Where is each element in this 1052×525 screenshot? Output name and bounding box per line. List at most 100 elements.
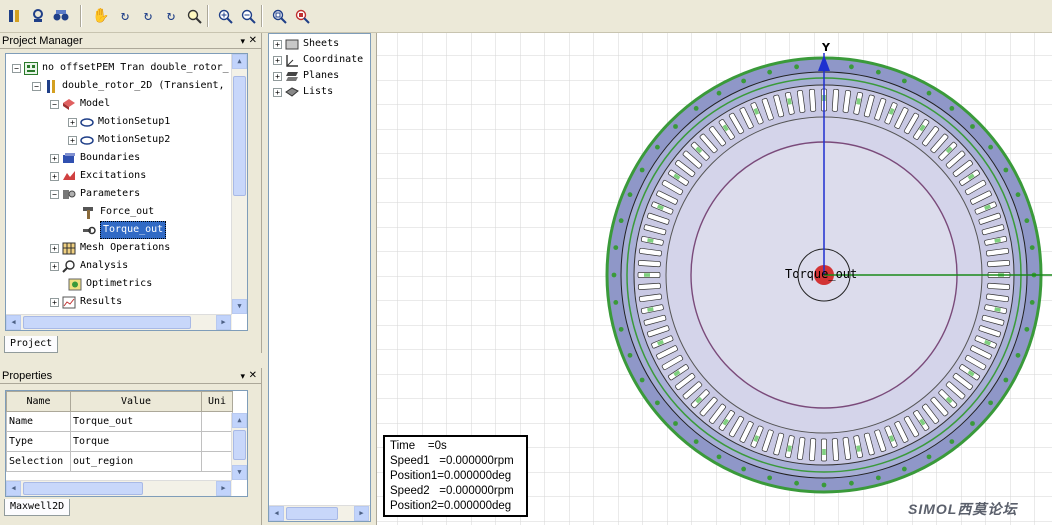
tab-project[interactable]: Project <box>4 336 59 353</box>
tree-item-motionsetup2[interactable]: + MotionSetup2 <box>68 132 170 148</box>
fit-all-icon[interactable] <box>270 7 288 25</box>
expand-icon[interactable]: + <box>68 117 77 127</box>
project-tree-vscroll[interactable]: ▲ ▼ <box>231 54 247 314</box>
expand-icon[interactable]: + <box>68 135 77 145</box>
properties-vscroll[interactable]: ▲ ▼ <box>231 413 247 480</box>
column-header-name[interactable]: Name <box>6 391 71 412</box>
close-icon[interactable]: ✕ <box>249 368 257 384</box>
scroll-left-arrow-icon[interactable]: ◀ <box>269 506 284 521</box>
tree-item-excitations[interactable]: + Excitations <box>50 168 146 184</box>
table-row[interactable]: Selection out_region <box>6 451 233 472</box>
scroll-right-arrow-icon[interactable]: ▶ <box>216 481 231 496</box>
properties-hscroll[interactable]: ◀ ▶ <box>6 480 232 496</box>
expand-icon[interactable]: + <box>273 71 282 81</box>
tree-item-label: Coordinate <box>303 54 364 65</box>
pin-icon[interactable]: ▾ <box>240 368 245 384</box>
scroll-thumb[interactable] <box>233 76 246 196</box>
property-value[interactable]: out_region <box>70 451 202 472</box>
model-icon <box>62 98 76 111</box>
stator-slot <box>637 259 661 268</box>
toolbar-icon-3[interactable] <box>52 7 70 25</box>
scroll-down-arrow-icon[interactable]: ▼ <box>232 465 247 480</box>
project-manager-title: Project Manager ▾ ✕ <box>0 33 261 49</box>
scroll-thumb[interactable] <box>233 430 246 460</box>
outer-marker <box>673 421 678 426</box>
tree-item-force-out[interactable]: Force_out <box>82 204 154 220</box>
tree-item-label: Mesh Operations <box>80 242 171 253</box>
zoom-out-icon[interactable] <box>239 7 257 25</box>
y-axis-label: Y <box>821 41 831 54</box>
expand-icon[interactable]: + <box>50 243 59 253</box>
property-unit <box>201 431 233 452</box>
outer-marker <box>794 480 799 486</box>
table-row[interactable]: Name Torque_out <box>6 411 233 432</box>
outer-marker <box>613 245 619 250</box>
table-row[interactable]: Type Torque <box>6 431 233 452</box>
pan-hand-icon[interactable]: ✋ <box>92 7 110 25</box>
tree-item-planes[interactable]: + Planes <box>273 68 339 84</box>
scroll-thumb[interactable] <box>23 316 191 329</box>
toolbar-icon-2[interactable] <box>29 7 47 25</box>
tree-item-results[interactable]: + Results <box>50 294 122 310</box>
expand-icon[interactable]: + <box>50 171 59 181</box>
outer-marker <box>1015 192 1021 198</box>
tree-item-coordinate[interactable]: + Coordinate <box>273 52 363 68</box>
property-value[interactable]: Torque <box>70 431 202 452</box>
rotate-3-icon[interactable]: ↻ <box>162 7 180 25</box>
collapse-icon[interactable]: − <box>32 81 41 91</box>
modeler-viewport[interactable]: Y Torque_out Time =0s Speed1 =0.000000rp… <box>376 33 1052 525</box>
outer-marker <box>849 64 854 70</box>
outer-marker <box>611 272 617 278</box>
tree-item-design[interactable]: − double_rotor_2D (Transient, <box>32 78 225 94</box>
pin-icon[interactable]: ▾ <box>240 33 245 49</box>
expand-icon[interactable]: + <box>273 39 282 49</box>
scroll-thumb[interactable] <box>23 482 143 495</box>
outer-marker <box>988 400 994 406</box>
tree-item-lists[interactable]: + Lists <box>273 84 333 100</box>
scroll-right-arrow-icon[interactable]: ▶ <box>354 506 369 521</box>
expand-icon[interactable]: + <box>50 261 59 271</box>
column-header-unit[interactable]: Uni <box>201 391 233 412</box>
scroll-left-arrow-icon[interactable]: ◀ <box>6 315 21 330</box>
fit-selection-icon[interactable] <box>293 7 311 25</box>
expand-icon[interactable]: + <box>273 55 282 65</box>
tree-item-model[interactable]: − Model <box>50 96 110 112</box>
rotate-2-icon[interactable]: ↻ <box>139 7 157 25</box>
property-value[interactable]: Torque_out <box>70 411 202 432</box>
collapse-icon[interactable]: − <box>50 189 59 199</box>
tree-item-optimetrics[interactable]: Optimetrics <box>68 276 152 292</box>
toolbar-icon-1[interactable] <box>6 7 24 25</box>
zoom-area-icon[interactable] <box>185 7 203 25</box>
tab-maxwell2d[interactable]: Maxwell2D <box>4 499 71 516</box>
scroll-left-arrow-icon[interactable]: ◀ <box>6 481 21 496</box>
scroll-up-arrow-icon[interactable]: ▲ <box>232 54 247 69</box>
tree-item-mesh-operations[interactable]: + Mesh Operations <box>50 240 170 256</box>
tree-item-project[interactable]: − no offsetPEM Tran double_rotor_ <box>12 60 229 76</box>
tree-item-sheets[interactable]: + Sheets <box>273 36 339 52</box>
properties-grid: Name Value Uni Name Torque_out Type Torq… <box>5 390 248 497</box>
scroll-up-arrow-icon[interactable]: ▲ <box>232 413 247 428</box>
outer-marker <box>654 400 660 406</box>
tree-item-parameters[interactable]: − Parameters <box>50 186 140 202</box>
column-header-value[interactable]: Value <box>70 391 202 412</box>
expand-icon[interactable]: + <box>50 153 59 163</box>
collapse-icon[interactable]: − <box>12 63 21 73</box>
expand-icon[interactable]: + <box>273 87 282 97</box>
collapse-icon[interactable]: − <box>50 99 59 109</box>
model-tree-hscroll[interactable]: ◀ ▶ <box>269 505 370 521</box>
scroll-down-arrow-icon[interactable]: ▼ <box>232 299 247 314</box>
tree-item-label: Optimetrics <box>86 278 153 289</box>
tree-item-analysis[interactable]: + Analysis <box>50 258 128 274</box>
zoom-in-icon[interactable] <box>216 7 234 25</box>
parameters-icon <box>62 188 76 201</box>
scroll-thumb[interactable] <box>286 507 338 520</box>
tree-item-boundaries[interactable]: + Boundaries <box>50 150 140 166</box>
expand-icon[interactable]: + <box>50 297 59 307</box>
tree-item-torque-out[interactable]: Torque_out <box>82 221 167 239</box>
scroll-right-arrow-icon[interactable]: ▶ <box>216 315 231 330</box>
tree-item-motionsetup1[interactable]: + MotionSetup1 <box>68 114 170 130</box>
close-icon[interactable]: ✕ <box>249 33 257 49</box>
project-tree-hscroll[interactable]: ◀ ▶ <box>6 314 232 330</box>
rotate-icon[interactable]: ↻ <box>116 7 134 25</box>
stator-slot <box>637 282 661 291</box>
